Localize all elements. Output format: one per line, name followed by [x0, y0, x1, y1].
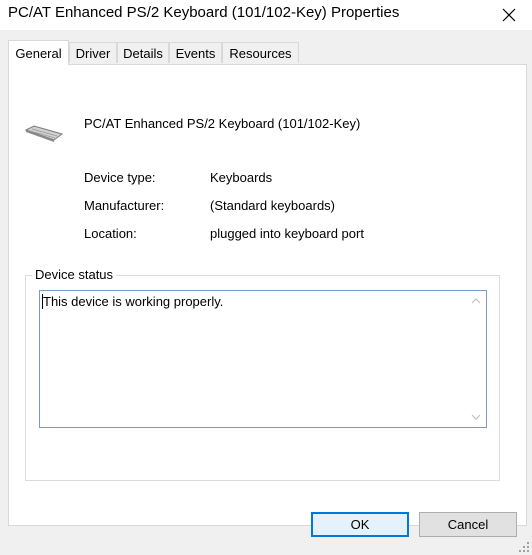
window-title: PC/AT Enhanced PS/2 Keyboard (101/102-Ke… — [8, 4, 400, 21]
tab-driver[interactable]: Driver — [69, 42, 117, 63]
tab-resources[interactable]: Resources — [222, 42, 299, 63]
chevron-up-icon — [471, 298, 481, 304]
tab-label: Details — [123, 45, 163, 61]
close-icon — [502, 8, 516, 22]
manufacturer-label: Manufacturer: — [84, 198, 165, 213]
tab-label: Driver — [75, 45, 111, 61]
keyboard-icon — [24, 125, 64, 142]
close-button[interactable] — [486, 0, 532, 30]
scroll-down-button[interactable] — [468, 409, 484, 425]
device-status-textbox[interactable]: This device is working properly. — [39, 290, 487, 428]
resize-grip-icon[interactable] — [518, 541, 530, 553]
scroll-up-button[interactable] — [468, 293, 484, 309]
ok-button-label: OK — [350, 517, 370, 532]
chevron-down-icon — [471, 414, 481, 420]
tab-label: Resources — [229, 45, 292, 61]
device-status-label: Device status — [32, 267, 117, 282]
tab-events[interactable]: Events — [169, 42, 222, 63]
dialog-client-area: General Driver Details Events Resources … — [0, 30, 532, 555]
title-bar: PC/AT Enhanced PS/2 Keyboard (101/102-Ke… — [0, 0, 532, 30]
general-tab-panel: PC/AT Enhanced PS/2 Keyboard (101/102-Ke… — [8, 64, 527, 526]
manufacturer-value: (Standard keyboards) — [210, 198, 336, 213]
device-type-value: Keyboards — [210, 170, 273, 185]
tab-general[interactable]: General — [8, 40, 69, 65]
ok-button[interactable]: OK — [311, 512, 409, 537]
tab-label: General — [15, 45, 62, 61]
tab-details[interactable]: Details — [117, 42, 169, 63]
location-label: Location: — [84, 226, 137, 241]
device-name: PC/AT Enhanced PS/2 Keyboard (101/102-Ke… — [84, 116, 361, 131]
device-type-label: Device type: — [84, 170, 156, 185]
cancel-button[interactable]: Cancel — [419, 512, 517, 537]
location-value: plugged into keyboard port — [210, 226, 364, 241]
device-status-text: This device is working properly. — [43, 294, 224, 309]
tab-label: Events — [175, 45, 216, 61]
cancel-button-label: Cancel — [447, 517, 489, 532]
